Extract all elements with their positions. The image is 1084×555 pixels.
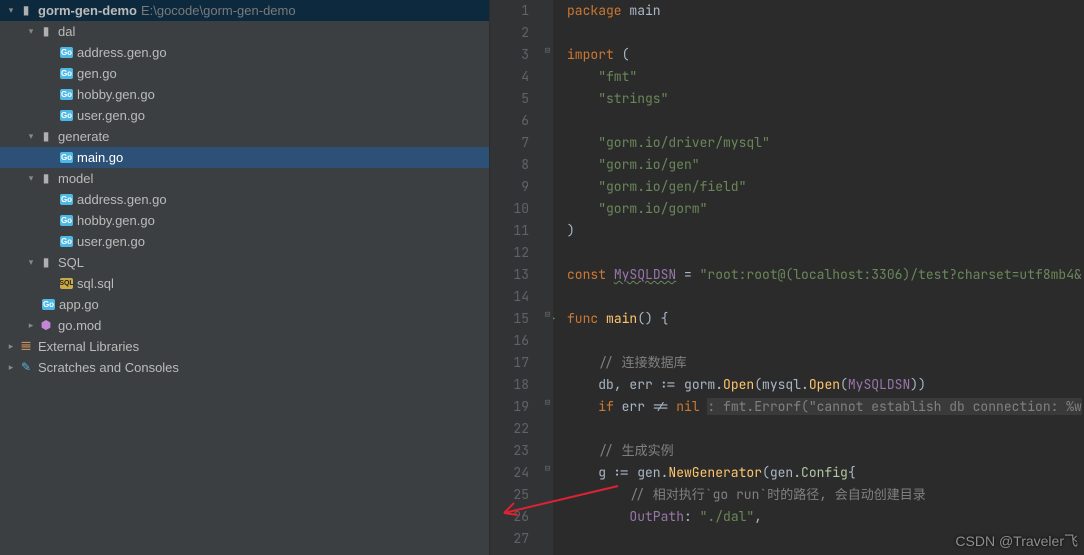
code-area[interactable]: package main import ( "fmt" "strings" "go… (553, 0, 1084, 555)
go-file-icon: Go (42, 299, 55, 310)
code-editor[interactable]: 1234567891011121314151617181922232425262… (490, 0, 1084, 555)
code-line[interactable]: g := gen.NewGenerator(gen.Config{ (567, 462, 1084, 484)
folder-dal[interactable]: ▾ ▮ dal (0, 21, 489, 42)
code-line[interactable]: "gorm.io/gorm" (567, 198, 1084, 220)
project-name: gorm-gen-demo (38, 0, 137, 21)
code-line[interactable]: "gorm.io/driver/mysql" (567, 132, 1084, 154)
watermark: CSDN @Traveler飞 (955, 531, 1078, 551)
code-line[interactable] (567, 286, 1084, 308)
fold-gutter[interactable]: ⊟⊟⊟⊟ (543, 0, 553, 555)
line-number-gutter: 1234567891011121314151617181922232425262… (490, 0, 543, 555)
code-line[interactable]: import ( (567, 44, 1084, 66)
project-root[interactable]: ▾ ▮ gorm-gen-demo E:\gocode\gorm-gen-dem… (0, 0, 489, 21)
code-line[interactable]: "gorm.io/gen/field" (567, 176, 1084, 198)
file-item[interactable]: Go user.gen.go (0, 105, 489, 126)
folder-icon: ▮ (18, 0, 34, 21)
chevron-right-icon: ▸ (4, 336, 18, 357)
code-line[interactable]: if err != nil : fmt.Errorf("cannot estab… (567, 396, 1084, 418)
go-file-icon: Go (60, 215, 73, 226)
file-label: hobby.gen.go (77, 84, 155, 105)
code-line[interactable]: "strings" (567, 88, 1084, 110)
code-line[interactable]: "gorm.io/gen" (567, 154, 1084, 176)
file-main-go[interactable]: Go main.go (0, 147, 489, 168)
file-label: app.go (59, 294, 99, 315)
module-icon: ⬢ (38, 315, 54, 336)
chevron-down-icon: ▾ (24, 168, 38, 189)
go-file-icon: Go (60, 110, 73, 121)
chevron-right-icon: ▸ (24, 315, 38, 336)
code-line[interactable]: OutPath: "./dal", (567, 506, 1084, 528)
file-label: hobby.gen.go (77, 210, 155, 231)
project-tree[interactable]: ▾ ▮ gorm-gen-demo E:\gocode\gorm-gen-dem… (0, 0, 490, 555)
scratches-consoles[interactable]: ▸ ✎ Scratches and Consoles (0, 357, 489, 378)
code-line[interactable] (567, 110, 1084, 132)
go-file-icon: Go (60, 236, 73, 247)
code-line[interactable]: package main (567, 0, 1084, 22)
code-line[interactable] (567, 242, 1084, 264)
go-file-icon: Go (60, 47, 73, 58)
folder-icon: ▮ (38, 21, 54, 42)
code-line[interactable] (567, 330, 1084, 352)
code-line[interactable]: ) (567, 220, 1084, 242)
folder-label: SQL (58, 252, 84, 273)
code-line[interactable] (567, 418, 1084, 440)
chevron-down-icon: ▾ (4, 0, 18, 21)
file-item[interactable]: Go gen.go (0, 63, 489, 84)
go-file-icon: Go (60, 152, 73, 163)
folder-model[interactable]: ▾ ▮ model (0, 168, 489, 189)
code-line[interactable]: // 连接数据库 (567, 352, 1084, 374)
file-label: address.gen.go (77, 42, 167, 63)
file-label: gen.go (77, 63, 117, 84)
file-label: main.go (77, 147, 123, 168)
code-line[interactable]: // 相对执行`go run`时的路径, 会自动创建目录 (567, 484, 1084, 506)
go-file-icon: Go (60, 68, 73, 79)
folder-label: generate (58, 126, 109, 147)
folder-label: dal (58, 21, 75, 42)
file-label: address.gen.go (77, 189, 167, 210)
code-line[interactable]: const MySQLDSN = "root:root@(localhost:3… (567, 264, 1084, 286)
go-file-icon: Go (60, 194, 73, 205)
code-line[interactable]: db, err := gorm.Open(mysql.Open(MySQLDSN… (567, 374, 1084, 396)
chevron-down-icon: ▾ (24, 126, 38, 147)
node-label: External Libraries (38, 336, 139, 357)
folder-icon: ▮ (38, 168, 54, 189)
folder-sql[interactable]: ▾ ▮ SQL (0, 252, 489, 273)
chevron-right-icon: ▸ (4, 357, 18, 378)
library-icon: 𝌆 (18, 336, 34, 357)
folder-generate[interactable]: ▾ ▮ generate (0, 126, 489, 147)
code-line[interactable]: // 生成实例 (567, 440, 1084, 462)
file-label: go.mod (58, 315, 101, 336)
external-libraries[interactable]: ▸ 𝌆 External Libraries (0, 336, 489, 357)
code-line[interactable]: func main() { (567, 308, 1084, 330)
file-item[interactable]: Go address.gen.go (0, 189, 489, 210)
chevron-down-icon: ▾ (24, 252, 38, 273)
file-item[interactable]: SQL sql.sql (0, 273, 489, 294)
file-label: sql.sql (77, 273, 114, 294)
sql-file-icon: SQL (60, 278, 73, 289)
file-gomod[interactable]: ▸ ⬢ go.mod (0, 315, 489, 336)
go-file-icon: Go (60, 89, 73, 100)
file-item[interactable]: Go hobby.gen.go (0, 84, 489, 105)
code-line[interactable] (567, 22, 1084, 44)
file-label: user.gen.go (77, 105, 145, 126)
folder-icon: ▮ (38, 252, 54, 273)
scratch-icon: ✎ (18, 357, 34, 378)
project-path: E:\gocode\gorm-gen-demo (141, 0, 296, 21)
chevron-down-icon: ▾ (24, 21, 38, 42)
folder-icon: ▮ (38, 126, 54, 147)
folder-label: model (58, 168, 93, 189)
node-label: Scratches and Consoles (38, 357, 179, 378)
file-item[interactable]: Go address.gen.go (0, 42, 489, 63)
file-app-go[interactable]: Go app.go (0, 294, 489, 315)
file-item[interactable]: Go user.gen.go (0, 231, 489, 252)
file-label: user.gen.go (77, 231, 145, 252)
file-item[interactable]: Go hobby.gen.go (0, 210, 489, 231)
code-line[interactable]: "fmt" (567, 66, 1084, 88)
